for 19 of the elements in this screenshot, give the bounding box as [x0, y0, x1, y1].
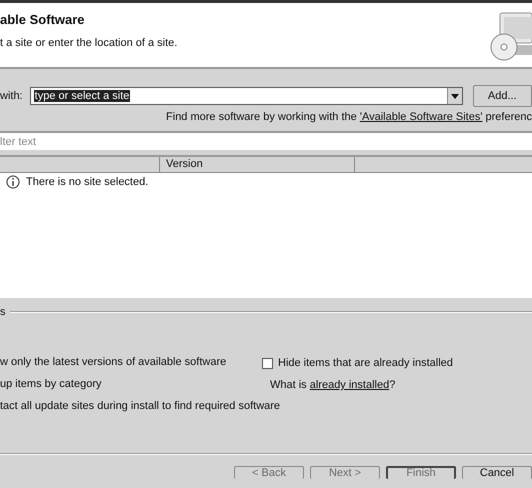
info-icon: [6, 175, 20, 189]
option-label[interactable]: up items by category: [0, 377, 102, 393]
option-label[interactable]: tact all update sites during install to find required software: [0, 399, 280, 415]
option-label[interactable]: w only the latest versions of available software: [0, 355, 226, 371]
add-button[interactable]: Add...: [472, 85, 532, 107]
checkbox[interactable]: [262, 358, 273, 368]
details-label: s: [0, 306, 6, 318]
available-sites-link[interactable]: 'Available Software Sites': [360, 111, 482, 123]
hide-installed-label[interactable]: Hide items that are already installed: [278, 355, 453, 371]
work-with-label: with:: [0, 90, 24, 102]
page-title: able Software: [0, 12, 86, 27]
already-installed-text: What is already installed?: [269, 378, 396, 393]
page-description: t a site or enter the location of a site.: [0, 37, 178, 49]
empty-message: There is no site selected.: [26, 176, 148, 188]
filter-field[interactable]: lter text: [0, 131, 532, 150]
already-installed-link[interactable]: already installed: [310, 379, 390, 391]
find-more-text: Find more software by working with the 'Available Software Sites' preferenc: [166, 111, 532, 123]
dialog-button[interactable]: Cancel: [462, 466, 532, 479]
site-combo-box[interactable]: type or select a site: [30, 87, 463, 105]
